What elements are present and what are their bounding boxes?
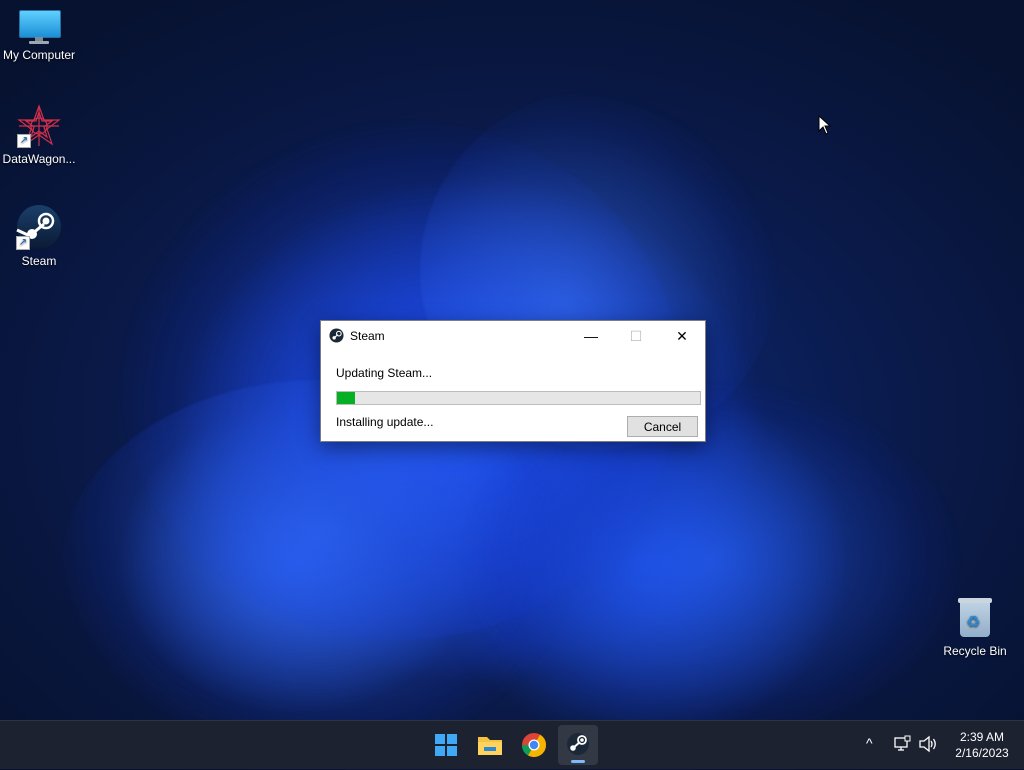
- desktop-icon-label: Steam: [21, 254, 57, 268]
- dialog-titlebar[interactable]: Steam — ☐ ✕: [321, 321, 705, 351]
- desktop-icon-label: Recycle Bin: [943, 644, 1007, 658]
- maximize-button: ☐: [629, 328, 643, 344]
- minimize-button[interactable]: —: [568, 321, 614, 351]
- system-clock[interactable]: 2:39 AM 2/16/2023: [942, 729, 1022, 761]
- start-button[interactable]: [426, 725, 466, 765]
- show-hidden-icons-chevron[interactable]: ^: [866, 735, 873, 751]
- update-message: Updating Steam...: [336, 366, 433, 380]
- shortcut-arrow-icon: ↗: [17, 134, 31, 148]
- clock-date: 2/16/2023: [955, 746, 1009, 760]
- network-icon[interactable]: [893, 735, 911, 753]
- clock-time: 2:39 AM: [959, 730, 1005, 744]
- desktop-icon-label: My Computer: [2, 48, 76, 62]
- file-explorer-button[interactable]: [470, 725, 510, 765]
- monitor-icon: [17, 8, 61, 44]
- steam-update-dialog: Steam — ☐ ✕ Updating Steam... Installing…: [320, 320, 706, 442]
- close-button[interactable]: ✕: [659, 321, 705, 351]
- folder-icon: [478, 737, 502, 755]
- steam-icon: [567, 733, 589, 755]
- update-status-text: Installing update...: [336, 415, 434, 429]
- active-app-indicator: [571, 760, 585, 763]
- recycle-bin-icon: ♻: [956, 596, 994, 640]
- desktop-icon-label: DataWagon...: [2, 152, 76, 166]
- desktop-icon-steam[interactable]: ↗ Steam: [1, 204, 77, 268]
- desktop-icon-recycle-bin[interactable]: ♻ Recycle Bin: [937, 596, 1013, 658]
- chrome-icon: [522, 733, 546, 758]
- desktop-icon-datawagon[interactable]: ↗ DataWagon...: [1, 104, 77, 166]
- cancel-button[interactable]: Cancel: [627, 416, 698, 437]
- mouse-cursor-icon: [818, 115, 832, 135]
- desktop-icon-my-computer[interactable]: My Computer: [1, 8, 77, 62]
- steam-icon: ↗: [16, 204, 62, 250]
- update-progress-bar: [336, 391, 701, 405]
- windows-start-icon: [435, 734, 457, 756]
- dialog-title: Steam: [350, 329, 385, 343]
- taskbar: ^ 2:39 AM 2/16/2023: [0, 720, 1024, 769]
- progress-fill: [337, 392, 356, 404]
- steam-taskbar-button[interactable]: [558, 725, 598, 765]
- volume-icon[interactable]: [918, 735, 938, 753]
- chrome-button[interactable]: [514, 725, 554, 765]
- datawagon-logo-icon: ↗: [17, 104, 61, 148]
- steam-icon: [329, 328, 344, 343]
- shortcut-arrow-icon: ↗: [16, 236, 30, 250]
